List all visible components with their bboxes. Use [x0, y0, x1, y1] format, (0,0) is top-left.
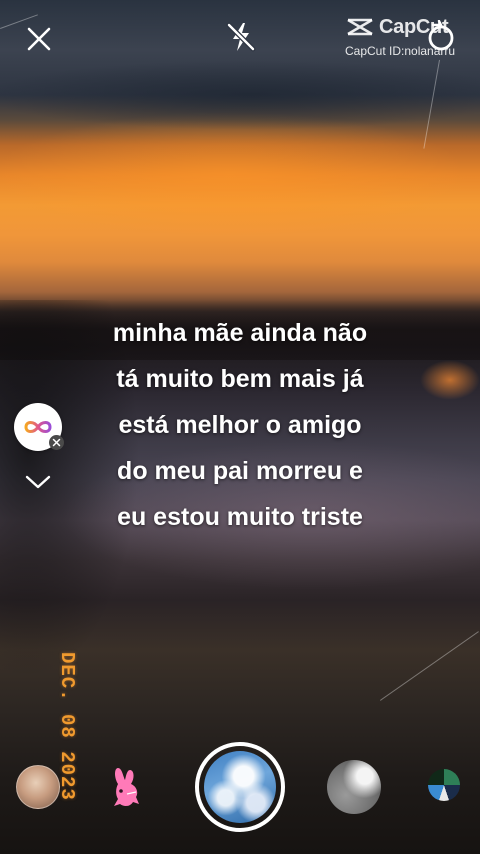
- date-stamp: DEC. 08 2023: [56, 652, 80, 822]
- thumbnail-photo[interactable]: [16, 765, 60, 809]
- story-caption: minha mãe ainda não tá muito bem mais já…: [70, 310, 410, 540]
- flash-off-icon: [226, 22, 256, 52]
- flash-toggle-button[interactable]: [222, 18, 260, 56]
- switch-camera-button[interactable]: [424, 19, 458, 54]
- caption-line: tá muito bem mais já: [116, 365, 364, 393]
- cloud-band: [0, 60, 480, 130]
- orange-light: [420, 360, 480, 400]
- caption-line: eu estou muito triste: [117, 503, 363, 531]
- shutter-button[interactable]: [195, 742, 285, 832]
- camera-switch-icon: [428, 19, 454, 51]
- caption-line: está melhor o amigo: [118, 411, 362, 439]
- close-icon: [27, 27, 51, 51]
- shutter-effect-preview: [204, 751, 276, 823]
- close-icon: [52, 438, 61, 447]
- effect-thumbnail-gray[interactable]: [327, 760, 381, 814]
- caption-line: do meu pai morreu e: [117, 457, 363, 485]
- close-button[interactable]: [22, 22, 56, 56]
- film-scratch: [380, 631, 479, 701]
- effect-thumbnail-small[interactable]: [428, 769, 460, 801]
- bunny-effect-button[interactable]: [108, 764, 144, 810]
- collapse-tools-button[interactable]: [24, 468, 52, 496]
- date-stamp-text: DEC. 08 2023: [56, 652, 78, 801]
- caption-line: minha mãe ainda não: [112, 319, 368, 347]
- capcut-logo-icon: [347, 18, 373, 36]
- chevron-down-icon: [25, 475, 51, 489]
- camera-viewfinder: CapCut CapCut ID:nolanarru minha mãe ain…: [0, 0, 480, 854]
- film-scratch: [423, 59, 440, 149]
- clear-mode-button[interactable]: [49, 435, 64, 450]
- bunny-icon: [114, 768, 139, 807]
- infinity-icon: [24, 421, 52, 433]
